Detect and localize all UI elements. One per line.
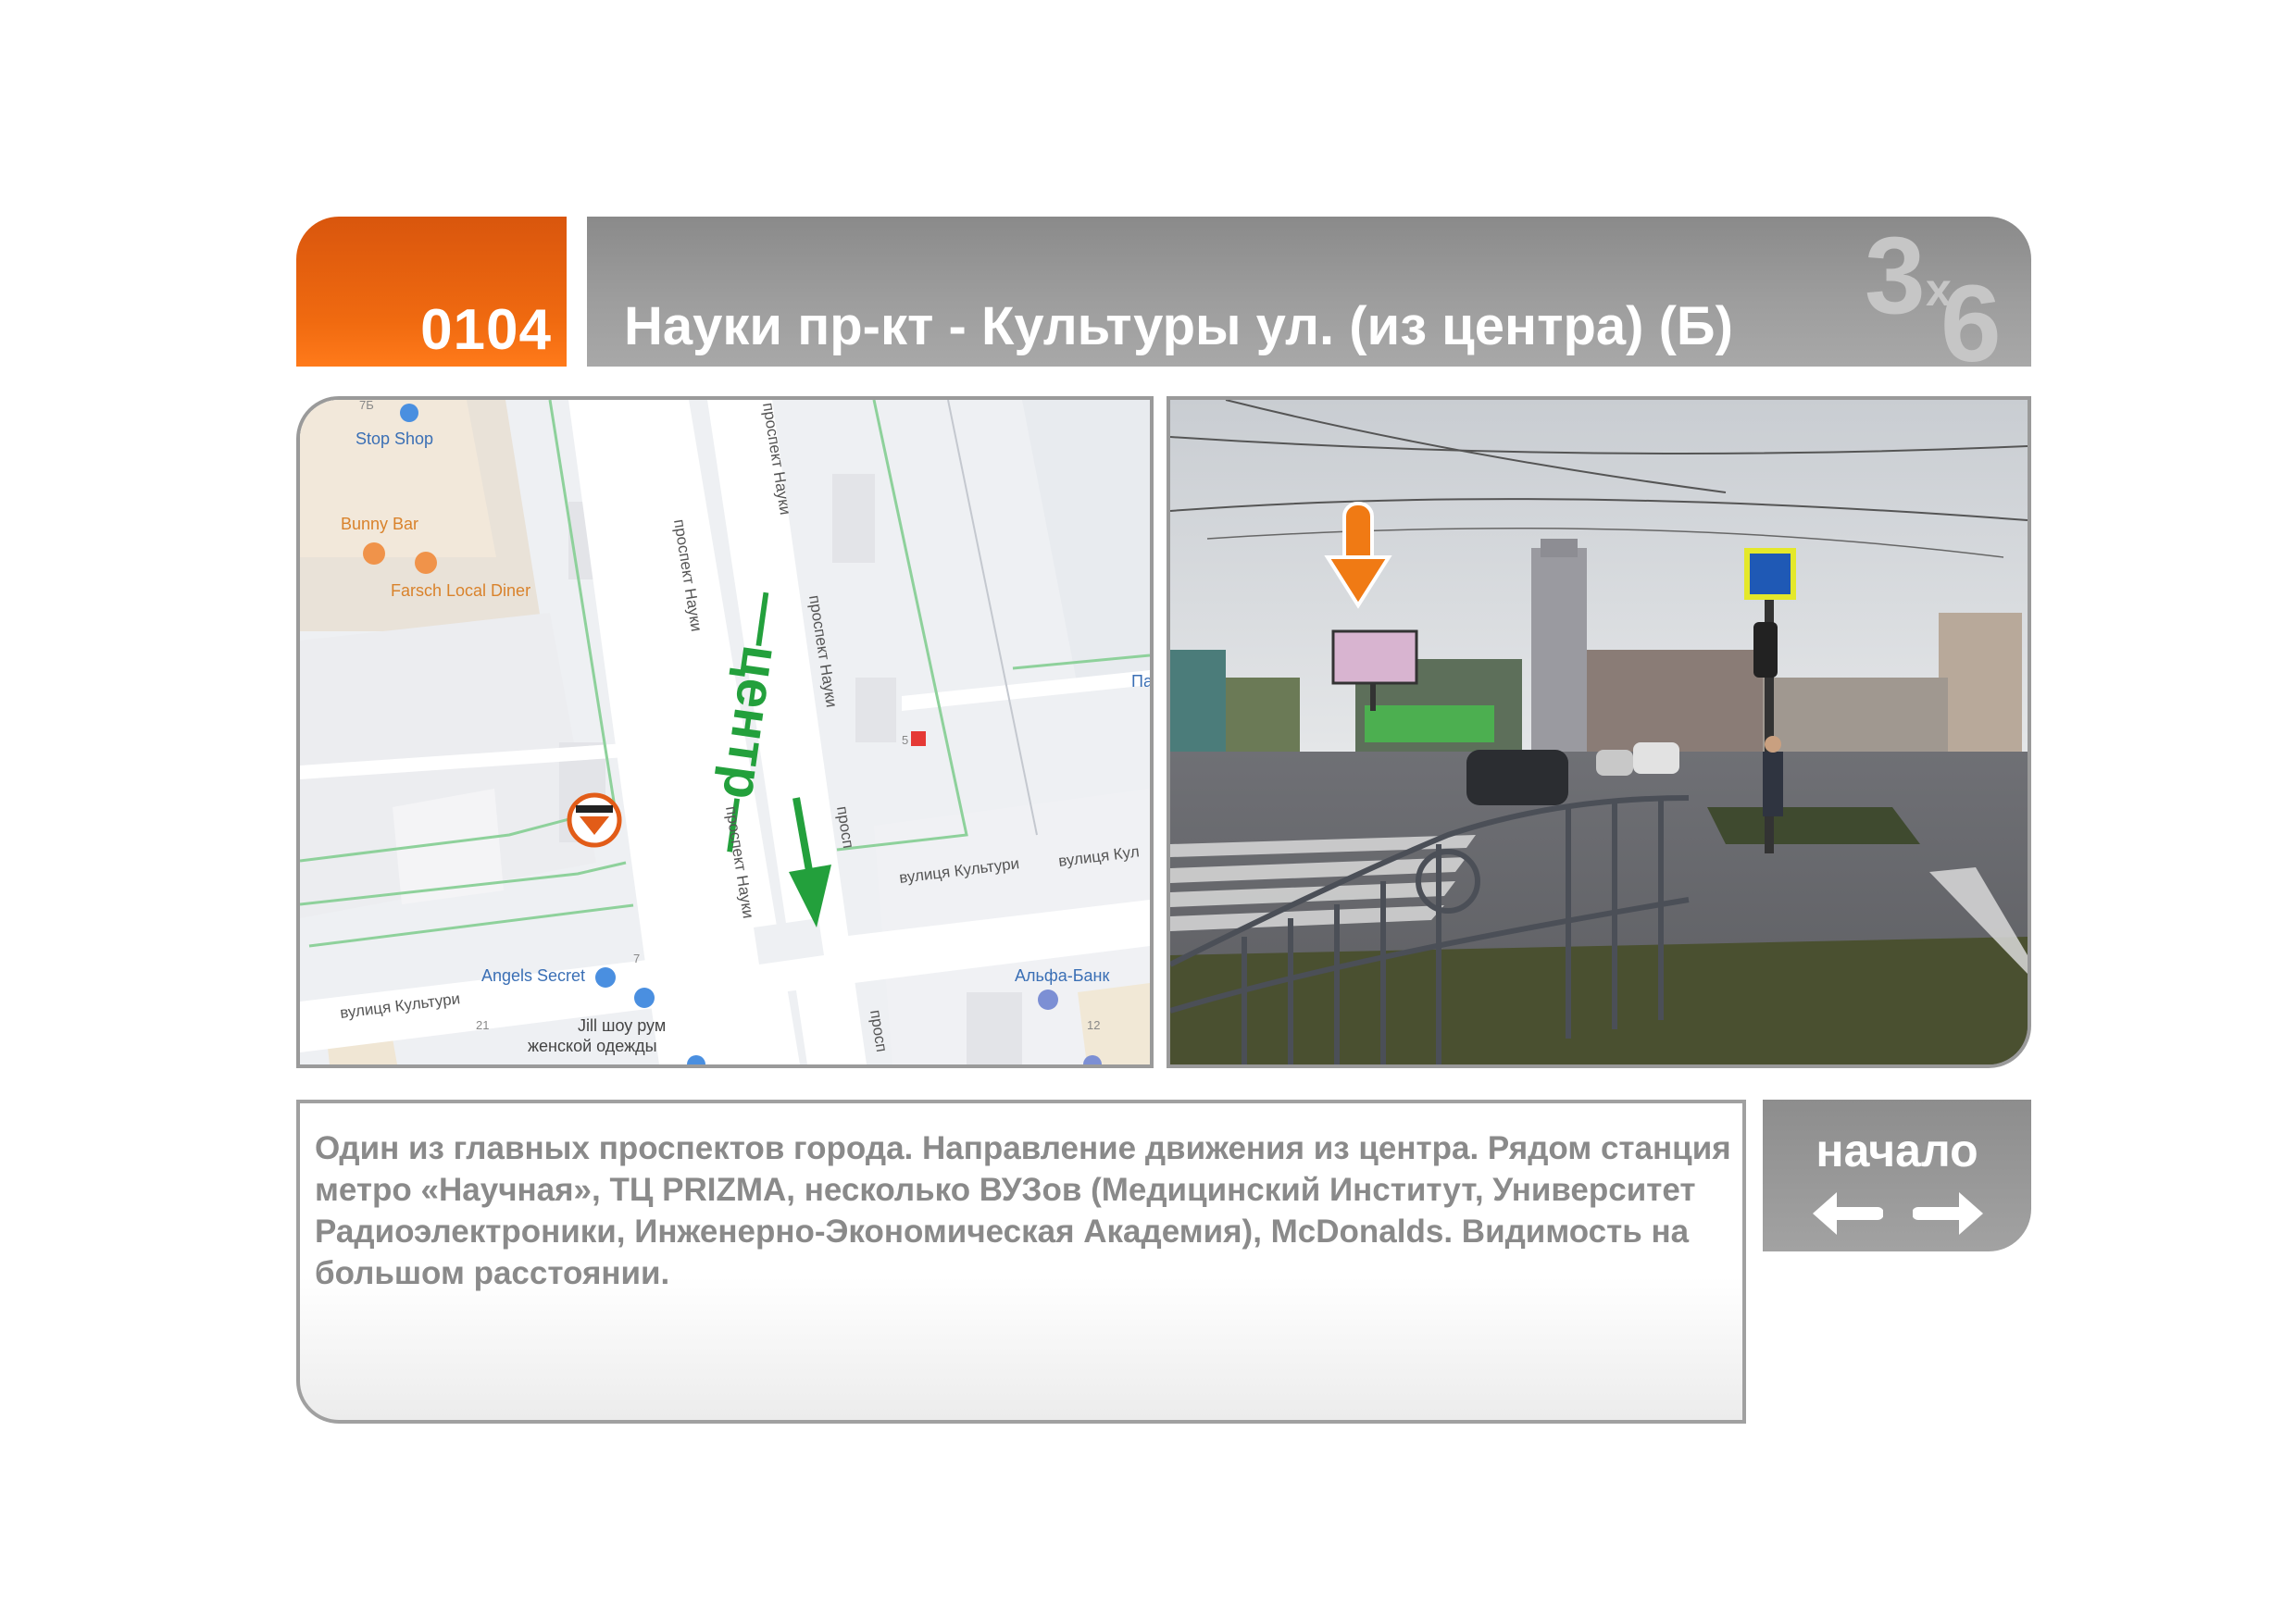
stop-shop-pin-icon: [400, 404, 418, 422]
poi-jill-line2: женской одежды: [528, 1037, 657, 1055]
start-nav-label: начало: [1816, 1125, 1978, 1176]
poi-angels-secret: Angels Secret: [481, 966, 585, 985]
title-bar: Науки пр-кт - Культуры ул. (из центра) (…: [587, 217, 2031, 367]
restaurant-pin-icon: [415, 552, 437, 574]
arrow-right-icon[interactable]: [1913, 1189, 1987, 1238]
location-photo: [1167, 396, 2031, 1068]
poi-jill-line1: Jill шоу рум: [578, 1016, 666, 1035]
photo-canvas: [1170, 400, 2028, 1064]
arrow-left-icon[interactable]: [1809, 1189, 1883, 1238]
ad-code-badge: 0104: [296, 217, 567, 367]
building-7: 7: [633, 952, 640, 965]
start-nav-button[interactable]: начало: [1763, 1100, 2031, 1251]
bank-pin-icon: [1038, 989, 1058, 1010]
description-text: Один из главных проспектов города. Напра…: [315, 1130, 1731, 1291]
building-5: 5: [902, 733, 908, 747]
poi-alfa-bank: Альфа-Банк: [1015, 966, 1109, 985]
location-map: —центр— проспект Науки проспект Науки пр…: [296, 396, 1154, 1068]
page-title: Науки пр-кт - Культуры ул. (из центра) (…: [624, 296, 1733, 356]
description-box: Один из главных проспектов города. Напра…: [296, 1100, 1746, 1424]
poi-bunny-bar: Bunny Bar: [341, 515, 418, 533]
poi-farsch: Farsch Local Diner: [391, 581, 530, 600]
logo-digit-6: 6: [1940, 263, 2002, 367]
billboard-marker-icon: [567, 792, 622, 848]
clothing-pin-icon: [634, 988, 655, 1008]
shop-pin-icon: [595, 967, 616, 988]
map-canvas: —центр— проспект Науки проспект Науки пр…: [300, 400, 1150, 1064]
brand-logo: 3 x 6: [1865, 220, 2002, 367]
building-21: 21: [476, 1018, 489, 1032]
logo-digit-3: 3: [1865, 220, 1926, 337]
poi-edge-pa: Па: [1131, 672, 1150, 691]
bar-pin-icon: [363, 542, 385, 565]
metro-icon: [911, 731, 926, 746]
ad-code: 0104: [420, 298, 552, 362]
building-12: 12: [1087, 1018, 1100, 1032]
building-7b: 7Б: [359, 400, 374, 412]
poi-stop-shop: Stop Shop: [356, 429, 433, 448]
